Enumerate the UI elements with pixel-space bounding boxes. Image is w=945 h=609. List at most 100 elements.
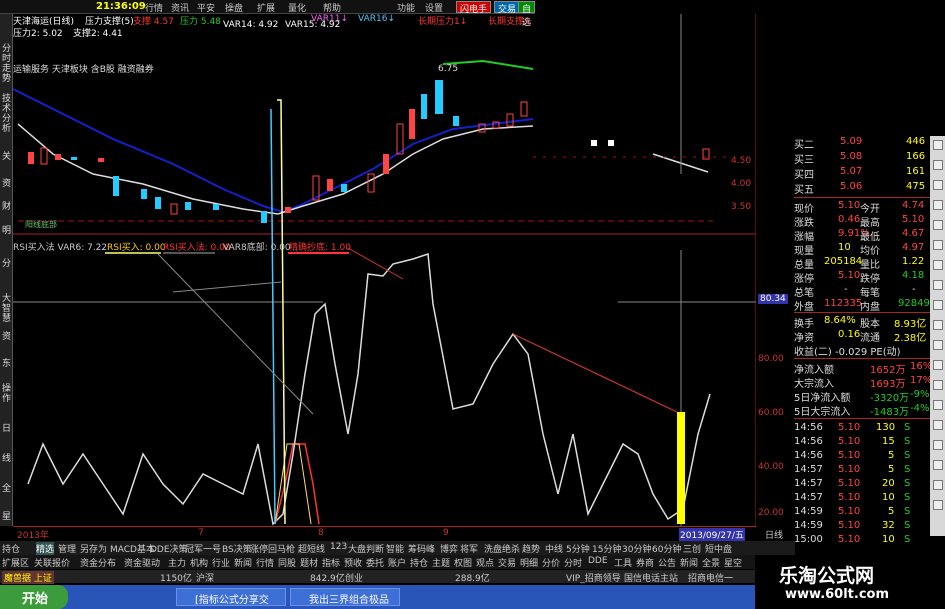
tab[interactable]: 题材 bbox=[300, 556, 318, 569]
tool-icon[interactable] bbox=[933, 400, 943, 410]
tab[interactable]: 超短线 bbox=[298, 542, 325, 555]
tool-icon[interactable] bbox=[933, 380, 943, 390]
tab[interactable]: 123 bbox=[330, 542, 347, 552]
left-tab[interactable]: 全 bbox=[0, 484, 13, 494]
tool-icon[interactable] bbox=[933, 220, 943, 230]
tool-icon[interactable] bbox=[933, 280, 943, 290]
menu-item[interactable]: 扩展 bbox=[257, 1, 275, 14]
tab[interactable]: 资金驱动 bbox=[124, 556, 160, 569]
tool-icon[interactable] bbox=[933, 300, 943, 310]
tab[interactable]: MACD基本 bbox=[110, 542, 155, 555]
menu-item[interactable]: 资讯 bbox=[171, 1, 189, 14]
tab[interactable]: 另存为 bbox=[80, 542, 107, 555]
menu-item[interactable]: 量化 bbox=[288, 1, 306, 14]
tool-icon[interactable] bbox=[933, 320, 943, 330]
menu-item[interactable]: 行情 bbox=[145, 1, 163, 14]
menu-item[interactable]: 平安 bbox=[197, 1, 215, 14]
menu-item[interactable]: 设置 bbox=[425, 1, 443, 14]
left-tab[interactable]: 日 bbox=[0, 424, 13, 434]
menu-item[interactable]: 帮助 bbox=[323, 1, 341, 14]
tab[interactable]: 洗盘绝杀 bbox=[484, 542, 520, 555]
tab[interactable]: 资金分布 bbox=[80, 556, 116, 569]
left-tab[interactable]: 关 bbox=[0, 152, 13, 162]
tab[interactable]: 持仓 bbox=[410, 556, 428, 569]
tab[interactable]: 冠军一号 bbox=[185, 542, 221, 555]
tab[interactable]: 趋势 bbox=[522, 542, 540, 555]
tool-icon[interactable] bbox=[933, 480, 943, 490]
tab[interactable]: 观点 bbox=[476, 556, 494, 569]
taskbar-window[interactable]: 我出三界组合极品 bbox=[290, 588, 400, 606]
left-tab[interactable]: 线 bbox=[0, 454, 13, 464]
left-tab[interactable]: 星 bbox=[0, 512, 13, 522]
tool-icon[interactable] bbox=[933, 500, 943, 510]
left-tab[interactable]: 资 bbox=[0, 332, 13, 342]
flash-trade-button[interactable]: 闪电手 bbox=[456, 1, 492, 15]
menu-item[interactable]: 操盘 bbox=[225, 1, 243, 14]
tab[interactable]: 券商 bbox=[636, 556, 654, 569]
tool-icon[interactable] bbox=[933, 360, 943, 370]
tab[interactable]: DDE决策 bbox=[150, 542, 188, 555]
tab[interactable]: 筹码峰 bbox=[408, 542, 435, 555]
tab[interactable]: 账户 bbox=[388, 556, 406, 569]
tab[interactable]: 新闻 bbox=[680, 556, 698, 569]
tab[interactable]: DDE bbox=[588, 556, 608, 566]
tab[interactable]: 短中盘 bbox=[705, 542, 732, 555]
tab[interactable]: 星空 bbox=[724, 556, 742, 569]
tab[interactable]: 机构 bbox=[190, 556, 208, 569]
tab[interactable]: 全景 bbox=[702, 556, 720, 569]
tab[interactable]: 权图 bbox=[454, 556, 472, 569]
left-tab[interactable]: 资 bbox=[0, 179, 13, 189]
left-tab[interactable]: 大智慧 bbox=[0, 294, 13, 324]
tab[interactable]: 主力 bbox=[168, 556, 186, 569]
tab[interactable]: 30分钟 bbox=[622, 542, 651, 555]
watchlist-button[interactable]: 自选 bbox=[518, 1, 536, 28]
stock-chart[interactable]: 天津海运(日线) 压力支撑(5) 支撑 4.57 压力 5.48 VAR11↓ … bbox=[13, 14, 784, 526]
tab[interactable]: 行业 bbox=[212, 556, 230, 569]
tab[interactable]: 工具 bbox=[614, 556, 632, 569]
tab[interactable]: 新闻 bbox=[234, 556, 252, 569]
tab[interactable]: 行情 bbox=[256, 556, 274, 569]
tab[interactable]: 扩展区 bbox=[2, 556, 29, 569]
tab[interactable]: 指标 bbox=[322, 556, 340, 569]
tab[interactable]: 主题 bbox=[432, 556, 450, 569]
tool-icon[interactable] bbox=[933, 340, 943, 350]
tool-icon[interactable] bbox=[933, 160, 943, 170]
tab[interactable]: 交易 bbox=[498, 556, 516, 569]
tab[interactable]: BS决策 bbox=[222, 542, 252, 555]
tool-icon[interactable] bbox=[933, 440, 943, 450]
tab[interactable]: 明细 bbox=[520, 556, 538, 569]
tool-icon[interactable] bbox=[933, 240, 943, 250]
left-tab[interactable]: 操作 bbox=[0, 384, 13, 404]
tab[interactable]: 持仓 bbox=[2, 542, 20, 555]
tab[interactable]: 精选 bbox=[36, 542, 55, 555]
tab[interactable]: 同股 bbox=[278, 556, 296, 569]
tab[interactable]: 15分钟 bbox=[592, 542, 621, 555]
tab[interactable]: 智能 bbox=[386, 542, 404, 555]
tab[interactable]: 5分钟 bbox=[566, 542, 590, 555]
tool-icon[interactable] bbox=[933, 420, 943, 430]
tab[interactable]: 委托 bbox=[366, 556, 384, 569]
left-tab[interactable]: 明 bbox=[0, 226, 13, 236]
taskbar-window[interactable]: [指标公式分享交 bbox=[176, 588, 286, 606]
tool-icon[interactable] bbox=[933, 180, 943, 190]
left-tab[interactable]: 分时走势 bbox=[0, 44, 13, 84]
left-tab[interactable]: 东 bbox=[0, 359, 13, 369]
start-button[interactable]: 开始 bbox=[0, 585, 68, 609]
tab[interactable]: 涨停回马枪 bbox=[250, 542, 295, 555]
tab[interactable]: 大盘判断 bbox=[348, 542, 384, 555]
left-tab[interactable]: 分 bbox=[0, 259, 13, 269]
tool-icon[interactable] bbox=[933, 260, 943, 270]
tab[interactable]: 分时 bbox=[564, 556, 582, 569]
tool-icon[interactable] bbox=[933, 200, 943, 210]
menu-item[interactable]: 功能 bbox=[397, 1, 415, 14]
tab[interactable]: 将军 bbox=[460, 542, 478, 555]
tool-icon[interactable] bbox=[933, 140, 943, 150]
tab[interactable]: 中线 bbox=[545, 542, 563, 555]
tab[interactable]: 预收 bbox=[344, 556, 362, 569]
tab[interactable]: 分价 bbox=[542, 556, 560, 569]
tab[interactable]: 公告 bbox=[658, 556, 676, 569]
tab[interactable]: 管理 bbox=[58, 542, 76, 555]
left-tab[interactable]: 财 bbox=[0, 202, 13, 212]
tab[interactable]: 三创 bbox=[683, 542, 701, 555]
tab[interactable]: 60分钟 bbox=[652, 542, 681, 555]
